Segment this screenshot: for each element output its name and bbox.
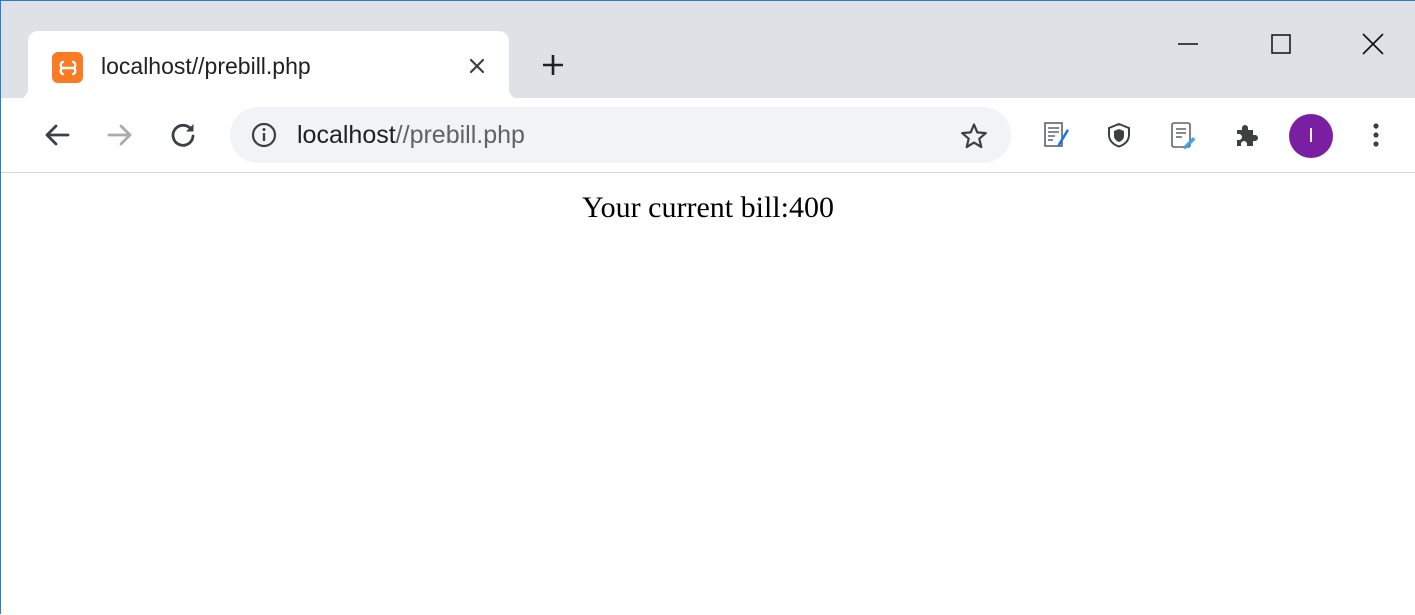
close-window-icon[interactable] [1350,21,1396,67]
url-text[interactable]: localhost//prebill.php [297,121,525,150]
tab-title: localhost//prebill.php [101,53,311,79]
arrow-right-icon[interactable] [100,115,140,155]
puzzle-icon[interactable] [1226,115,1266,155]
bill-text: Your current bill:400 [582,191,834,224]
arrow-left-icon[interactable] [37,115,77,155]
toolbar: localhost//prebill.php I [1,98,1415,173]
address-bar[interactable]: localhost//prebill.php [230,107,1011,163]
page-content: Your current bill:400 [1,173,1415,615]
note-pen-icon[interactable] [1163,115,1203,155]
star-icon[interactable] [957,119,991,153]
close-icon[interactable] [462,51,492,81]
minimize-icon[interactable] [1165,21,1211,67]
info-icon[interactable] [249,120,279,150]
reload-icon[interactable] [163,115,203,155]
avatar-initial: I [1308,124,1314,147]
plus-icon[interactable] [537,49,569,81]
browser-window: localhost//prebill.php localhost//prebil… [0,0,1415,615]
shield-icon[interactable] [1099,115,1139,155]
document-edit-icon[interactable] [1036,115,1076,155]
url-host: localhost [297,121,396,149]
avatar[interactable]: I [1289,114,1333,158]
url-path: //prebill.php [395,121,525,149]
tab-active[interactable]: localhost//prebill.php [28,31,509,99]
maximize-icon[interactable] [1258,21,1304,67]
xampp-icon [52,52,83,83]
kebab-menu-icon[interactable] [1356,115,1396,155]
tab-strip: localhost//prebill.php [1,1,1415,99]
